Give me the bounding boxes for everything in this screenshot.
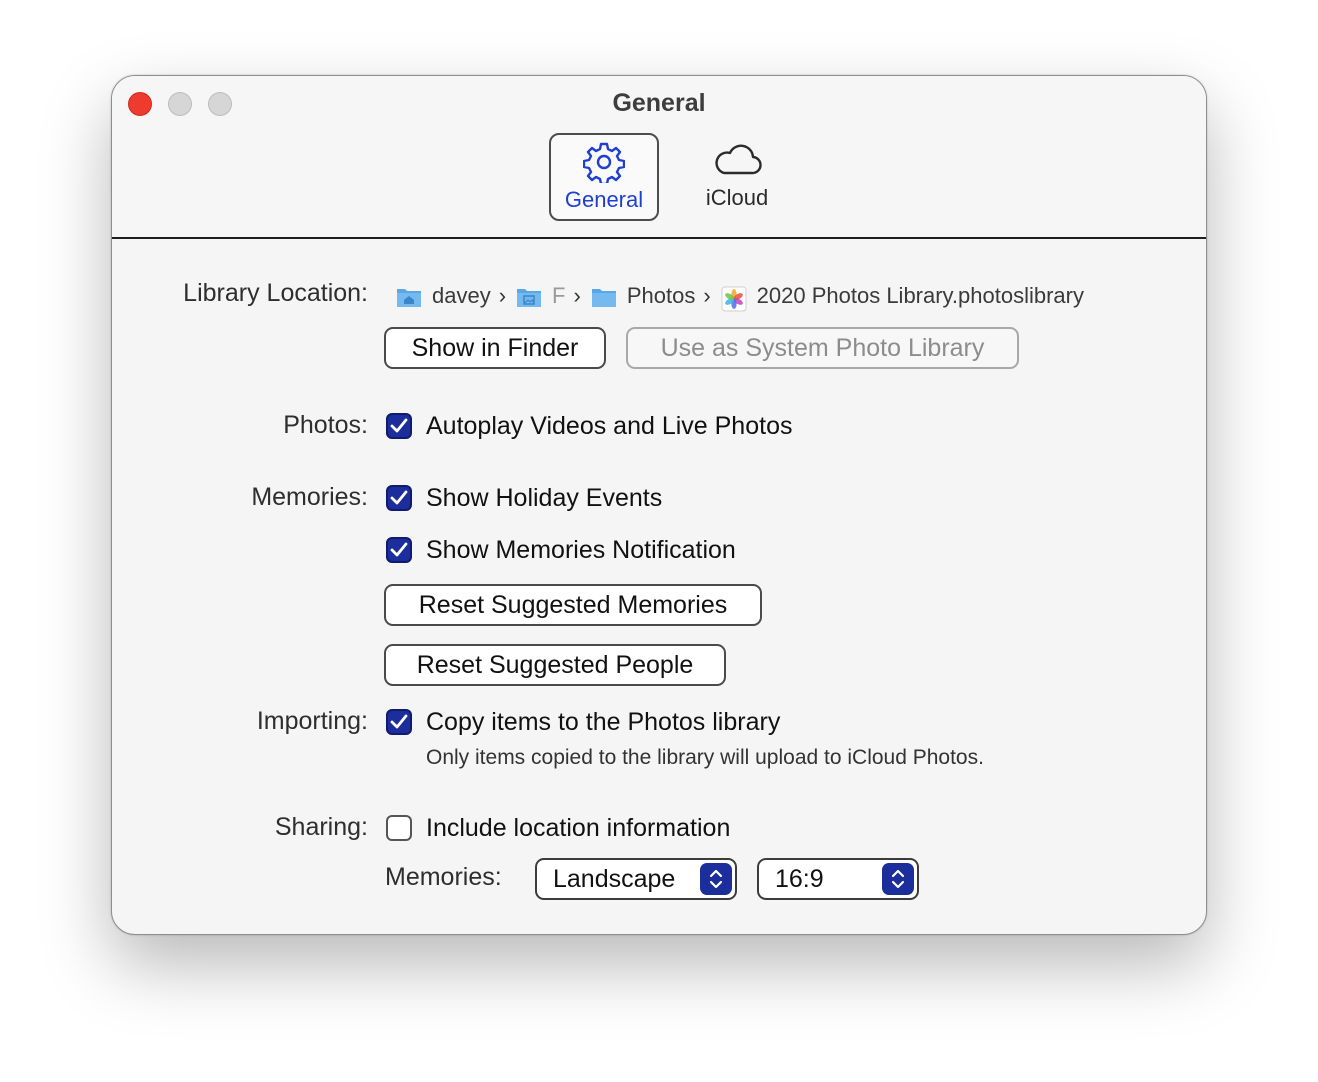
importing-hint: Only items copied to the library will up… — [426, 746, 984, 769]
gear-icon — [582, 141, 626, 189]
holiday-events-checkbox-row[interactable]: Show Holiday Events — [386, 483, 662, 513]
sharing-memories-label: Memories: — [385, 863, 502, 891]
library-path: davey › F › Photos › 2020 Photos Library… — [396, 281, 1084, 312]
location-label: Include location information — [426, 813, 731, 842]
path-item-library[interactable]: 2020 Photos Library.photoslibrary — [721, 283, 1084, 312]
updown-chevron-icon — [882, 863, 914, 895]
path-item-label: 2020 Photos Library.photoslibrary — [756, 283, 1084, 308]
tab-general[interactable]: General — [549, 133, 659, 221]
autoplay-label: Autoplay Videos and Live Photos — [426, 411, 793, 440]
location-checkbox[interactable] — [386, 815, 412, 841]
holiday-events-label: Show Holiday Events — [426, 483, 663, 512]
toolbar: General General iCloud — [112, 76, 1206, 239]
photos-label: Photos: — [283, 411, 368, 439]
location-checkbox-row[interactable]: Include location information — [386, 813, 730, 843]
copy-items-checkbox[interactable] — [386, 709, 412, 735]
orientation-popup[interactable]: Landscape — [535, 858, 737, 900]
path-item-label: F — [552, 283, 566, 308]
updown-chevron-icon — [700, 863, 732, 895]
pictures-folder-icon — [516, 286, 542, 307]
autoplay-checkbox[interactable] — [386, 413, 412, 439]
tab-icloud[interactable]: iCloud — [672, 133, 802, 221]
use-as-system-library-button[interactable]: Use as System Photo Library — [626, 327, 1019, 369]
aspect-ratio-value: 16:9 — [775, 865, 824, 893]
aspect-ratio-popup[interactable]: 16:9 — [757, 858, 919, 900]
chevron-right-icon: › — [573, 283, 581, 308]
window-title: General — [612, 89, 706, 117]
importing-label: Importing: — [256, 707, 368, 735]
library-location-label: Library Location: — [183, 279, 368, 307]
memories-notification-checkbox[interactable] — [386, 537, 412, 563]
orientation-value: Landscape — [553, 865, 676, 893]
folder-icon — [591, 286, 617, 307]
sharing-label: Sharing: — [274, 813, 368, 841]
path-item-label: davey — [432, 283, 491, 308]
photos-app-icon — [721, 286, 747, 312]
cloud-icon — [710, 139, 764, 187]
path-item-pictures[interactable]: F — [516, 283, 566, 309]
show-in-finder-button[interactable]: Show in Finder — [384, 327, 606, 369]
reset-suggested-people-button[interactable]: Reset Suggested People — [384, 644, 726, 686]
memories-notification-label: Show Memories Notification — [426, 535, 736, 564]
memories-label: Memories: — [251, 483, 368, 511]
autoplay-checkbox-row[interactable]: Autoplay Videos and Live Photos — [386, 411, 792, 441]
preferences-window: General General iCloud Library Location:… — [111, 75, 1207, 935]
path-item-photos[interactable]: Photos — [591, 283, 696, 309]
path-item-label: Photos — [626, 283, 696, 308]
memories-notification-checkbox-row[interactable]: Show Memories Notification — [386, 535, 736, 565]
copy-items-label: Copy items to the Photos library — [426, 707, 781, 736]
holiday-events-checkbox[interactable] — [386, 485, 412, 511]
reset-suggested-memories-button[interactable]: Reset Suggested Memories — [384, 584, 762, 626]
home-folder-icon — [396, 286, 422, 307]
path-item-davey[interactable]: davey — [396, 283, 491, 309]
chevron-right-icon: › — [703, 283, 711, 308]
tab-general-label: General — [564, 187, 644, 212]
copy-items-checkbox-row[interactable]: Copy items to the Photos library — [386, 707, 780, 737]
tab-icloud-label: iCloud — [705, 185, 769, 210]
chevron-right-icon: › — [498, 283, 507, 308]
